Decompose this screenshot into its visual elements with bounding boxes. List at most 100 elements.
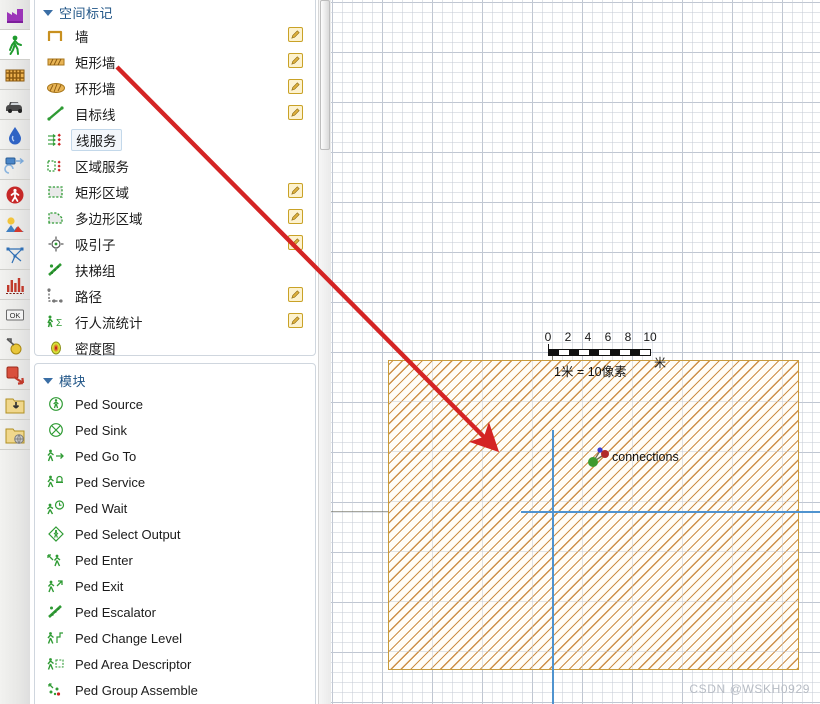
palette-item-ped-source[interactable]: Ped Source [35, 391, 315, 417]
palette-item-label: Ped Select Output [75, 526, 181, 542]
toolbar-button-controls[interactable]: OK [0, 300, 30, 330]
palette-item-ped-escalator[interactable]: Ped Escalator [35, 599, 315, 625]
palette-item-ped-area-descriptor[interactable]: Ped Area Descriptor [35, 651, 315, 677]
toolbar-button-rail[interactable] [0, 60, 30, 90]
palette-item-label: Ped Go To [75, 448, 137, 464]
connections-node[interactable]: connections [584, 445, 679, 476]
toolbar-button-import[interactable] [0, 390, 30, 420]
palette-scrollbar[interactable] [318, 0, 332, 704]
palette-item-label: 行人流统计 [75, 316, 143, 331]
edit-pencil-icon[interactable] [288, 235, 303, 250]
polygon-area-icon [48, 212, 63, 224]
toolbar-button-factory[interactable] [0, 0, 30, 30]
toolbar-button-network[interactable] [0, 240, 30, 270]
palette-item-label: Ped Exit [75, 578, 124, 594]
palette-item-wall[interactable]: 墙 [35, 23, 315, 49]
toolbar-button-pedestrian-library[interactable] [0, 180, 30, 210]
palette-item-ped-exit[interactable]: Ped Exit [35, 573, 315, 599]
palette-item-ped-go-to[interactable]: Ped Go To [35, 443, 315, 469]
gis-terrain-icon [6, 216, 24, 232]
rectangular-area-shape[interactable] [388, 360, 799, 670]
toolbar-button-gis[interactable] [0, 210, 30, 240]
edit-pencil-icon[interactable] [288, 27, 303, 42]
palette-item-ped-enter[interactable]: Ped Enter [35, 547, 315, 573]
palette-item-density-map[interactable]: 密度图 [35, 335, 315, 361]
ped-go-to-icon [47, 449, 64, 462]
model-canvas[interactable]: 0 2 4 6 8 10 米 1米 = 10像素 connections CSD… [331, 0, 820, 704]
palette-section-space-markup: 空间标记 墙 矩形墙 环形墙 目标线 线服务 区域服务 矩形区域 多边形区域 吸… [34, 0, 316, 357]
folder-globe-icon [5, 428, 25, 444]
toolbar-button-presentation[interactable] [0, 330, 30, 360]
process-modeling-icon [4, 157, 25, 174]
palette-item-ped-group-assemble[interactable]: Ped Group Assemble [35, 677, 315, 703]
target-line-icon [47, 106, 64, 121]
toolbar-button-pedestrian[interactable] [0, 30, 30, 60]
palette-item-label: 线服务 [71, 129, 122, 151]
edit-pencil-icon[interactable] [288, 79, 303, 94]
edit-pencil-icon[interactable] [288, 287, 303, 302]
palette-item-ped-sink[interactable]: Ped Sink [35, 417, 315, 443]
area-service-icon [47, 160, 61, 172]
rail-icon [5, 69, 25, 81]
palette-item-target-line[interactable]: 目标线 [35, 101, 315, 127]
palette-item-ped-change-level[interactable]: Ped Change Level [35, 625, 315, 651]
axis-horizontal [521, 511, 820, 513]
palette-item-label: 墙 [75, 30, 89, 45]
section-header-modules[interactable]: 模块 [35, 369, 315, 391]
scale-ratio-label: 1米 = 10像素 [554, 365, 627, 379]
section-header-space-markup[interactable]: 空间标记 [35, 1, 315, 23]
palette-item-path[interactable]: 路径 [35, 283, 315, 309]
palette-item-rect-wall[interactable]: 矩形墙 [35, 49, 315, 75]
palette-item-ped-flow-statistics[interactable]: Σ 行人流统计 [35, 309, 315, 335]
scale-bar [548, 349, 651, 356]
palette-item-label: Ped Escalator [75, 604, 156, 620]
edit-pencil-icon[interactable] [288, 105, 303, 120]
palette-item-ped-wait[interactable]: Ped Wait [35, 495, 315, 521]
ped-sink-icon [49, 423, 63, 437]
statistics-chart-icon [6, 277, 24, 294]
palette-item-label: 多边形区域 [75, 212, 143, 227]
edit-pencil-icon[interactable] [288, 209, 303, 224]
palette-item-label: Ped Area Descriptor [75, 656, 192, 672]
palette-item-line-service[interactable]: 线服务 [35, 127, 315, 153]
palette-item-label: Ped Source [75, 396, 143, 412]
palette-item-label: Ped Group Assemble [75, 682, 198, 698]
ped-change-level-icon [47, 632, 63, 644]
ok-button-icon: OK [6, 309, 24, 320]
toolbar-button-shapes[interactable] [0, 360, 30, 390]
palette-item-attractor[interactable]: 吸引子 [35, 231, 315, 257]
palette-item-ring-wall[interactable]: 环形墙 [35, 75, 315, 101]
palette-item-rect-area[interactable]: 矩形区域 [35, 179, 315, 205]
palette-item-polygon-area[interactable]: 多边形区域 [35, 205, 315, 231]
pedestrian-red-icon [6, 186, 24, 203]
toolbar-button-statistics[interactable] [0, 270, 30, 300]
chevron-down-icon [43, 378, 53, 384]
toolbar-button-road-traffic[interactable] [0, 90, 30, 120]
ped-select-output-icon [48, 526, 64, 542]
palette-item-escalator-group[interactable]: 扶梯组 [35, 257, 315, 283]
ruler-tick-label: 4 [584, 330, 592, 344]
edit-pencil-icon[interactable] [288, 183, 303, 198]
palette-item-label: 区域服务 [75, 160, 129, 175]
edit-pencil-icon[interactable] [288, 313, 303, 328]
palette-item-label: 路径 [75, 290, 102, 305]
left-toolbar-rail: OK [0, 0, 31, 704]
chevron-down-icon [43, 10, 53, 16]
edit-pencil-icon[interactable] [288, 53, 303, 68]
palette-item-label: 目标线 [75, 108, 116, 123]
presentation-ball-icon [6, 337, 22, 354]
wall-icon [47, 30, 63, 41]
palette-item-label: 矩形墙 [75, 56, 116, 71]
watermark-text: CSDN @WSKH0929 [689, 682, 810, 696]
palette-item-label: Ped Service [75, 474, 146, 490]
palette-item-ped-service[interactable]: Ped Service [35, 469, 315, 495]
toolbar-button-fluid[interactable] [0, 120, 30, 150]
toolbar-button-export[interactable] [0, 420, 30, 450]
palette-scrollbar-thumb[interactable] [320, 0, 330, 150]
ped-escalator-icon [48, 605, 62, 618]
toolbar-button-process-modeling[interactable] [0, 150, 30, 180]
palette-item-ped-select-output[interactable]: Ped Select Output [35, 521, 315, 547]
svg-text:OK: OK [10, 311, 21, 320]
network-graph-icon [6, 247, 24, 263]
palette-item-area-service[interactable]: 区域服务 [35, 153, 315, 179]
